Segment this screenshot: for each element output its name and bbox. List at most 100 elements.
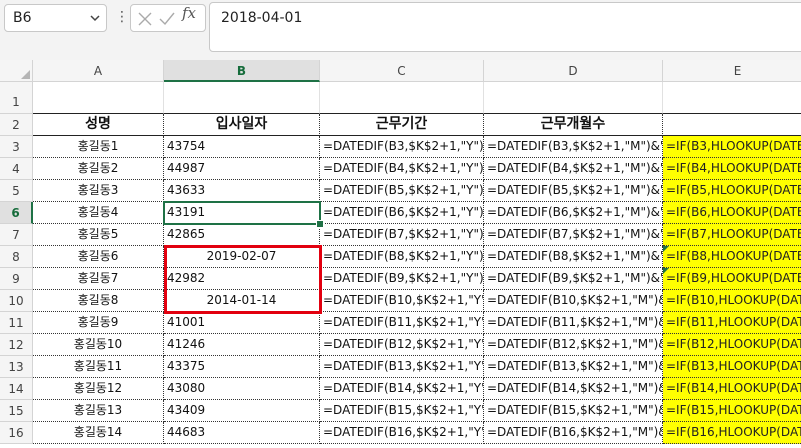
row-header-10[interactable]: 10 bbox=[0, 290, 33, 312]
cell-c8[interactable]: =DATEDIF(B8,$K$2+1,"Y")&"년 " bbox=[320, 246, 484, 268]
cell-a16[interactable]: 홍길동14 bbox=[33, 422, 164, 444]
cell-a5[interactable]: 홍길동3 bbox=[33, 180, 164, 202]
cell-d14[interactable]: =DATEDIF(B14,$K$2+1,"M")&"개월" bbox=[484, 378, 663, 400]
cancel-icon[interactable] bbox=[137, 11, 153, 27]
cell-e2[interactable] bbox=[663, 114, 801, 136]
cell-e5[interactable]: =IF(B5,HLOOKUP(DATEDIF bbox=[663, 180, 801, 202]
confirm-icon[interactable] bbox=[158, 11, 176, 27]
cell-b6[interactable]: 43191 bbox=[164, 202, 320, 224]
cell-d5[interactable]: =DATEDIF(B5,$K$2+1,"M")&"개월" bbox=[484, 180, 663, 202]
cell-c16[interactable]: =DATEDIF(B16,$K$2+1,"Y")&"년 " bbox=[320, 422, 484, 444]
cell-c5[interactable]: =DATEDIF(B5,$K$2+1,"Y")&"년 " bbox=[320, 180, 484, 202]
cell-e6[interactable]: =IF(B6,HLOOKUP(DATEDIF bbox=[663, 202, 801, 224]
cell-d7[interactable]: =DATEDIF(B7,$K$2+1,"M")&"개월" bbox=[484, 224, 663, 246]
cell-b9[interactable]: 42982 bbox=[164, 268, 320, 290]
row-header-12[interactable]: 12 bbox=[0, 334, 33, 356]
name-box[interactable]: B6 bbox=[4, 4, 107, 32]
cell-a6[interactable]: 홍길동4 bbox=[33, 202, 164, 224]
cell-c9[interactable]: =DATEDIF(B9,$K$2+1,"Y")&"년 " bbox=[320, 268, 484, 290]
cell-e3[interactable]: =IF(B3,HLOOKUP(DATEDIF bbox=[663, 136, 801, 158]
cell-a7[interactable]: 홍길동5 bbox=[33, 224, 164, 246]
cell-b16[interactable]: 44683 bbox=[164, 422, 320, 444]
cell-b10[interactable]: 2014-01-14 bbox=[164, 290, 320, 312]
row-header-1[interactable]: 1 bbox=[0, 82, 33, 114]
cell-e16[interactable]: =IF(B16,HLOOKUP(DATEDIF bbox=[663, 422, 801, 444]
row-header-6[interactable]: 6 bbox=[0, 202, 33, 224]
cell-a14[interactable]: 홍길동12 bbox=[33, 378, 164, 400]
cell-e8[interactable]: =IF(B8,HLOOKUP(DATEDIF bbox=[663, 246, 801, 268]
cell-a9[interactable]: 홍길동7 bbox=[33, 268, 164, 290]
cell-b4[interactable]: 44987 bbox=[164, 158, 320, 180]
row-header-15[interactable]: 15 bbox=[0, 400, 33, 422]
cell-c12[interactable]: =DATEDIF(B12,$K$2+1,"Y")&"년 " bbox=[320, 334, 484, 356]
row-header-16[interactable]: 16 bbox=[0, 422, 33, 444]
cell-a15[interactable]: 홍길동13 bbox=[33, 400, 164, 422]
cell-c13[interactable]: =DATEDIF(B13,$K$2+1,"Y")&"년 " bbox=[320, 356, 484, 378]
more-options-icon[interactable]: ⋮ bbox=[115, 9, 129, 25]
cell-a4[interactable]: 홍길동2 bbox=[33, 158, 164, 180]
row-header-2[interactable]: 2 bbox=[0, 114, 33, 136]
row-header-9[interactable]: 9 bbox=[0, 268, 33, 290]
cell-b1[interactable] bbox=[164, 82, 320, 114]
cell-c6[interactable]: =DATEDIF(B6,$K$2+1,"Y")&"년 " bbox=[320, 202, 484, 224]
cell-d13[interactable]: =DATEDIF(B13,$K$2+1,"M")&"개월" bbox=[484, 356, 663, 378]
cell-e7[interactable]: =IF(B7,HLOOKUP(DATEDIF bbox=[663, 224, 801, 246]
cell-c11[interactable]: =DATEDIF(B11,$K$2+1,"Y")&"년 " bbox=[320, 312, 484, 334]
fill-handle[interactable] bbox=[316, 220, 324, 228]
cell-d9[interactable]: =DATEDIF(B9,$K$2+1,"M")&"개월" bbox=[484, 268, 663, 290]
cell-d16[interactable]: =DATEDIF(B16,$K$2+1,"M")&"개월" bbox=[484, 422, 663, 444]
cell-b2[interactable]: 입사일자 bbox=[164, 114, 320, 136]
cell-b11[interactable]: 41001 bbox=[164, 312, 320, 334]
cell-e1[interactable] bbox=[663, 82, 801, 114]
cell-a2[interactable]: 성명 bbox=[33, 114, 164, 136]
cell-c10[interactable]: =DATEDIF(B10,$K$2+1,"Y")&"년 " bbox=[320, 290, 484, 312]
cell-c4[interactable]: =DATEDIF(B4,$K$2+1,"Y")&"년 " bbox=[320, 158, 484, 180]
cell-d10[interactable]: =DATEDIF(B10,$K$2+1,"M")&"개월" bbox=[484, 290, 663, 312]
column-header-e[interactable]: E bbox=[663, 60, 801, 82]
cell-c14[interactable]: =DATEDIF(B14,$K$2+1,"Y")&"년 " bbox=[320, 378, 484, 400]
cell-a3[interactable]: 홍길동1 bbox=[33, 136, 164, 158]
cell-d2[interactable]: 근무개월수 bbox=[484, 114, 663, 136]
row-header-4[interactable]: 4 bbox=[0, 158, 33, 180]
cell-c1[interactable] bbox=[320, 82, 484, 114]
cell-d15[interactable]: =DATEDIF(B15,$K$2+1,"M")&"개월" bbox=[484, 400, 663, 422]
row-header-3[interactable]: 3 bbox=[0, 136, 33, 158]
row-header-14[interactable]: 14 bbox=[0, 378, 33, 400]
cell-d1[interactable] bbox=[484, 82, 663, 114]
cell-e13[interactable]: =IF(B13,HLOOKUP(DATEDIF bbox=[663, 356, 801, 378]
cell-e15[interactable]: =IF(B15,HLOOKUP(DATEDIF bbox=[663, 400, 801, 422]
cell-d12[interactable]: =DATEDIF(B12,$K$2+1,"M")&"개월" bbox=[484, 334, 663, 356]
row-header-5[interactable]: 5 bbox=[0, 180, 33, 202]
cell-c3[interactable]: =DATEDIF(B3,$K$2+1,"Y")&"년 " bbox=[320, 136, 484, 158]
chevron-down-icon[interactable] bbox=[88, 11, 102, 25]
cell-d8[interactable]: =DATEDIF(B8,$K$2+1,"M")&"개월" bbox=[484, 246, 663, 268]
error-indicator-icon[interactable] bbox=[663, 246, 669, 252]
cell-c15[interactable]: =DATEDIF(B15,$K$2+1,"Y")&"년 " bbox=[320, 400, 484, 422]
cell-e12[interactable]: =IF(B12,HLOOKUP(DATEDIF bbox=[663, 334, 801, 356]
cell-e10[interactable]: =IF(B10,HLOOKUP(DATEDIF bbox=[663, 290, 801, 312]
insert-function-icon[interactable]: fx bbox=[182, 4, 196, 22]
cell-b8[interactable]: 2019-02-07 bbox=[164, 246, 320, 268]
cell-a11[interactable]: 홍길동9 bbox=[33, 312, 164, 334]
cell-b13[interactable]: 43375 bbox=[164, 356, 320, 378]
row-header-7[interactable]: 7 bbox=[0, 224, 33, 246]
row-header-11[interactable]: 11 bbox=[0, 312, 33, 334]
cell-b3[interactable]: 43754 bbox=[164, 136, 320, 158]
cell-b7[interactable]: 42865 bbox=[164, 224, 320, 246]
column-header-a[interactable]: A bbox=[33, 60, 164, 82]
cell-a12[interactable]: 홍길동10 bbox=[33, 334, 164, 356]
select-all-corner[interactable] bbox=[0, 60, 33, 82]
error-indicator-icon[interactable] bbox=[663, 268, 669, 274]
cell-a1[interactable] bbox=[33, 82, 164, 114]
cell-b5[interactable]: 43633 bbox=[164, 180, 320, 202]
cell-e4[interactable]: =IF(B4,HLOOKUP(DATEDIF bbox=[663, 158, 801, 180]
column-header-b[interactable]: B bbox=[164, 60, 320, 82]
row-header-13[interactable]: 13 bbox=[0, 356, 33, 378]
cell-e11[interactable]: =IF(B11,HLOOKUP(DATEDIF bbox=[663, 312, 801, 334]
column-header-d[interactable]: D bbox=[484, 60, 663, 82]
cell-b15[interactable]: 43409 bbox=[164, 400, 320, 422]
cell-c2[interactable]: 근무기간 bbox=[320, 114, 484, 136]
cell-a10[interactable]: 홍길동8 bbox=[33, 290, 164, 312]
cell-b12[interactable]: 41246 bbox=[164, 334, 320, 356]
cell-d3[interactable]: =DATEDIF(B3,$K$2+1,"M")&"개월" bbox=[484, 136, 663, 158]
